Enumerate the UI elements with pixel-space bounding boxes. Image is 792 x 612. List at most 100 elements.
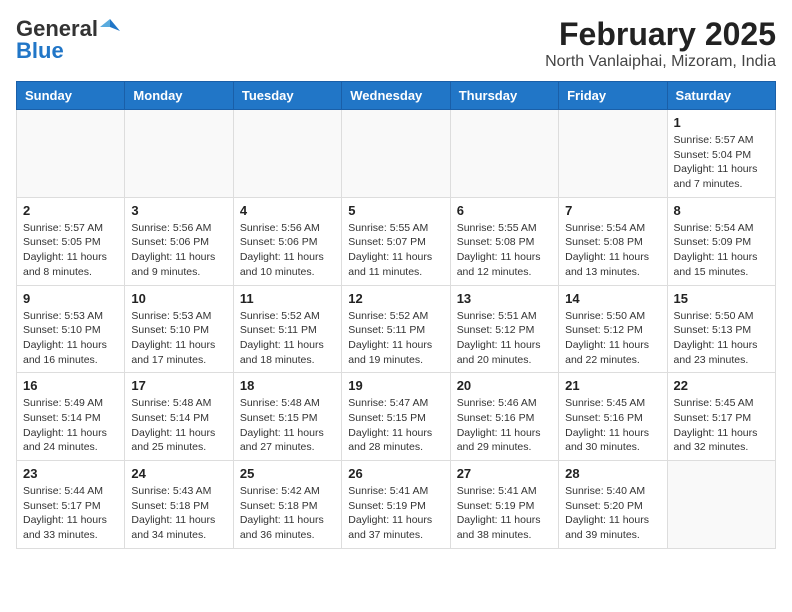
- page-subtitle: North Vanlaiphai, Mizoram, India: [545, 53, 776, 71]
- day-info: Sunrise: 5:48 AM Sunset: 5:15 PM Dayligh…: [240, 396, 335, 455]
- day-number: 8: [674, 203, 769, 218]
- calendar-day-cell: 28 Sunrise: 5:40 AM Sunset: 5:20 PM Dayli…: [559, 461, 667, 549]
- day-info: Sunrise: 5:40 AM Sunset: 5:20 PM Dayligh…: [565, 484, 660, 543]
- day-number: 23: [23, 466, 118, 481]
- calendar-day-cell: 11 Sunrise: 5:52 AM Sunset: 5:11 PM Dayli…: [233, 285, 341, 373]
- day-info: Sunrise: 5:52 AM Sunset: 5:11 PM Dayligh…: [240, 309, 335, 368]
- page-header: General Blue February 2025 North Vanlaip…: [16, 16, 776, 71]
- day-number: 11: [240, 291, 335, 306]
- calendar-day-cell: 1Sunrise: 5:57 AM Sunset: 5:04 PM Daylig…: [667, 110, 775, 198]
- day-number: 7: [565, 203, 660, 218]
- calendar-day-cell: 7 Sunrise: 5:54 AM Sunset: 5:08 PM Daylig…: [559, 197, 667, 285]
- logo-bird-icon: [100, 17, 120, 37]
- day-number: 5: [348, 203, 443, 218]
- day-info: Sunrise: 5:57 AM Sunset: 5:04 PM Dayligh…: [674, 133, 769, 192]
- calendar-day-cell: [559, 110, 667, 198]
- weekday-header: Sunday: [17, 82, 125, 110]
- calendar-day-cell: 25 Sunrise: 5:42 AM Sunset: 5:18 PM Dayli…: [233, 461, 341, 549]
- day-number: 20: [457, 378, 552, 393]
- day-number: 2: [23, 203, 118, 218]
- day-info: Sunrise: 5:52 AM Sunset: 5:11 PM Dayligh…: [348, 309, 443, 368]
- calendar-day-cell: 2 Sunrise: 5:57 AM Sunset: 5:05 PM Daylig…: [17, 197, 125, 285]
- day-info: Sunrise: 5:50 AM Sunset: 5:13 PM Dayligh…: [674, 309, 769, 368]
- day-number: 3: [131, 203, 226, 218]
- day-number: 9: [23, 291, 118, 306]
- page-title: February 2025: [545, 16, 776, 53]
- day-number: 17: [131, 378, 226, 393]
- calendar-week-row: 1Sunrise: 5:57 AM Sunset: 5:04 PM Daylig…: [17, 110, 776, 198]
- calendar-day-cell: 17 Sunrise: 5:48 AM Sunset: 5:14 PM Dayli…: [125, 373, 233, 461]
- day-number: 28: [565, 466, 660, 481]
- day-info: Sunrise: 5:44 AM Sunset: 5:17 PM Dayligh…: [23, 484, 118, 543]
- day-number: 10: [131, 291, 226, 306]
- day-info: Sunrise: 5:55 AM Sunset: 5:07 PM Dayligh…: [348, 221, 443, 280]
- day-info: Sunrise: 5:56 AM Sunset: 5:06 PM Dayligh…: [240, 221, 335, 280]
- calendar-table: SundayMondayTuesdayWednesdayThursdayFrid…: [16, 81, 776, 549]
- title-area: February 2025 North Vanlaiphai, Mizoram,…: [545, 16, 776, 71]
- calendar-day-cell: 15 Sunrise: 5:50 AM Sunset: 5:13 PM Dayli…: [667, 285, 775, 373]
- day-info: Sunrise: 5:48 AM Sunset: 5:14 PM Dayligh…: [131, 396, 226, 455]
- calendar-day-cell: 19 Sunrise: 5:47 AM Sunset: 5:15 PM Dayli…: [342, 373, 450, 461]
- weekday-header: Tuesday: [233, 82, 341, 110]
- weekday-header: Thursday: [450, 82, 558, 110]
- day-number: 25: [240, 466, 335, 481]
- day-info: Sunrise: 5:45 AM Sunset: 5:17 PM Dayligh…: [674, 396, 769, 455]
- day-info: Sunrise: 5:49 AM Sunset: 5:14 PM Dayligh…: [23, 396, 118, 455]
- calendar-day-cell: 9Sunrise: 5:53 AM Sunset: 5:10 PM Daylig…: [17, 285, 125, 373]
- weekday-header: Saturday: [667, 82, 775, 110]
- calendar-day-cell: [17, 110, 125, 198]
- calendar-day-cell: [667, 461, 775, 549]
- day-number: 16: [23, 378, 118, 393]
- calendar-day-cell: 18Sunrise: 5:48 AM Sunset: 5:15 PM Dayli…: [233, 373, 341, 461]
- day-info: Sunrise: 5:56 AM Sunset: 5:06 PM Dayligh…: [131, 221, 226, 280]
- calendar-week-row: 23 Sunrise: 5:44 AM Sunset: 5:17 PM Dayli…: [17, 461, 776, 549]
- calendar-day-cell: 21 Sunrise: 5:45 AM Sunset: 5:16 PM Dayli…: [559, 373, 667, 461]
- calendar-day-cell: 16 Sunrise: 5:49 AM Sunset: 5:14 PM Dayli…: [17, 373, 125, 461]
- calendar-header-row: SundayMondayTuesdayWednesdayThursdayFrid…: [17, 82, 776, 110]
- day-info: Sunrise: 5:47 AM Sunset: 5:15 PM Dayligh…: [348, 396, 443, 455]
- day-info: Sunrise: 5:42 AM Sunset: 5:18 PM Dayligh…: [240, 484, 335, 543]
- calendar-day-cell: [125, 110, 233, 198]
- day-info: Sunrise: 5:41 AM Sunset: 5:19 PM Dayligh…: [457, 484, 552, 543]
- day-info: Sunrise: 5:51 AM Sunset: 5:12 PM Dayligh…: [457, 309, 552, 368]
- day-number: 27: [457, 466, 552, 481]
- calendar-day-cell: 12 Sunrise: 5:52 AM Sunset: 5:11 PM Dayli…: [342, 285, 450, 373]
- calendar-day-cell: 22 Sunrise: 5:45 AM Sunset: 5:17 PM Dayli…: [667, 373, 775, 461]
- day-number: 13: [457, 291, 552, 306]
- weekday-header: Monday: [125, 82, 233, 110]
- calendar-day-cell: 3 Sunrise: 5:56 AM Sunset: 5:06 PM Daylig…: [125, 197, 233, 285]
- day-info: Sunrise: 5:45 AM Sunset: 5:16 PM Dayligh…: [565, 396, 660, 455]
- day-number: 21: [565, 378, 660, 393]
- day-number: 14: [565, 291, 660, 306]
- day-info: Sunrise: 5:41 AM Sunset: 5:19 PM Dayligh…: [348, 484, 443, 543]
- calendar-day-cell: [450, 110, 558, 198]
- calendar-day-cell: 27 Sunrise: 5:41 AM Sunset: 5:19 PM Dayli…: [450, 461, 558, 549]
- calendar-day-cell: 23 Sunrise: 5:44 AM Sunset: 5:17 PM Dayli…: [17, 461, 125, 549]
- day-number: 19: [348, 378, 443, 393]
- day-number: 24: [131, 466, 226, 481]
- calendar-week-row: 16 Sunrise: 5:49 AM Sunset: 5:14 PM Dayli…: [17, 373, 776, 461]
- day-number: 12: [348, 291, 443, 306]
- day-info: Sunrise: 5:54 AM Sunset: 5:09 PM Dayligh…: [674, 221, 769, 280]
- day-number: 6: [457, 203, 552, 218]
- calendar-day-cell: [342, 110, 450, 198]
- day-number: 26: [348, 466, 443, 481]
- calendar-day-cell: 10Sunrise: 5:53 AM Sunset: 5:10 PM Dayli…: [125, 285, 233, 373]
- calendar-day-cell: 26 Sunrise: 5:41 AM Sunset: 5:19 PM Dayli…: [342, 461, 450, 549]
- calendar-day-cell: 24Sunrise: 5:43 AM Sunset: 5:18 PM Dayli…: [125, 461, 233, 549]
- calendar-day-cell: 5 Sunrise: 5:55 AM Sunset: 5:07 PM Daylig…: [342, 197, 450, 285]
- day-number: 15: [674, 291, 769, 306]
- calendar-day-cell: 20 Sunrise: 5:46 AM Sunset: 5:16 PM Dayli…: [450, 373, 558, 461]
- day-info: Sunrise: 5:55 AM Sunset: 5:08 PM Dayligh…: [457, 221, 552, 280]
- calendar-week-row: 2 Sunrise: 5:57 AM Sunset: 5:05 PM Daylig…: [17, 197, 776, 285]
- logo-blue-text: Blue: [16, 38, 64, 64]
- day-number: 22: [674, 378, 769, 393]
- day-info: Sunrise: 5:57 AM Sunset: 5:05 PM Dayligh…: [23, 221, 118, 280]
- day-info: Sunrise: 5:54 AM Sunset: 5:08 PM Dayligh…: [565, 221, 660, 280]
- day-number: 4: [240, 203, 335, 218]
- calendar-day-cell: 13 Sunrise: 5:51 AM Sunset: 5:12 PM Dayli…: [450, 285, 558, 373]
- calendar-day-cell: 4 Sunrise: 5:56 AM Sunset: 5:06 PM Daylig…: [233, 197, 341, 285]
- day-info: Sunrise: 5:46 AM Sunset: 5:16 PM Dayligh…: [457, 396, 552, 455]
- calendar-day-cell: 14 Sunrise: 5:50 AM Sunset: 5:12 PM Dayli…: [559, 285, 667, 373]
- day-info: Sunrise: 5:50 AM Sunset: 5:12 PM Dayligh…: [565, 309, 660, 368]
